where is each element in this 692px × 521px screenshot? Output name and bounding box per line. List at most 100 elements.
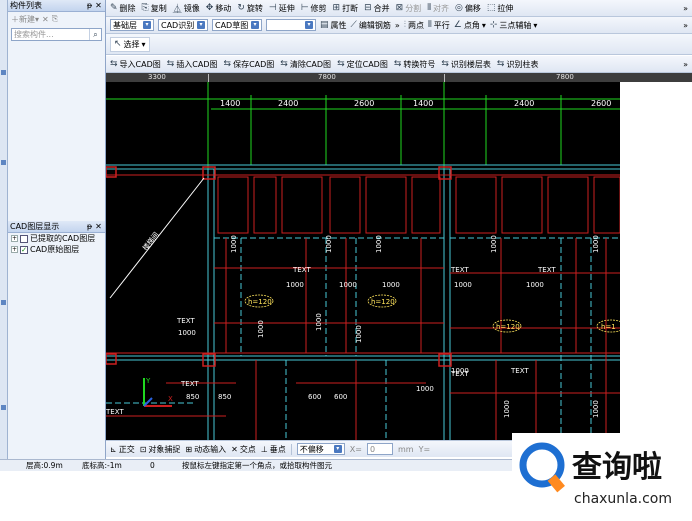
pin-icon[interactable]: ᵽ <box>85 1 94 10</box>
cad-tool-0-icon: ⇆ <box>110 59 118 69</box>
thickness-tag: h=1 <box>601 323 616 331</box>
tool-5-button[interactable]: ⊣ 延伸 <box>269 3 295 14</box>
x-input[interactable]: 0 <box>366 443 393 455</box>
dim-label: 1000 <box>178 329 196 337</box>
cad-recognize-select[interactable]: CAD识别 ▾ <box>158 19 208 31</box>
search-icon[interactable]: ⌕ <box>89 29 101 40</box>
tool-8-button[interactable]: ⊟ 合并 <box>364 3 390 14</box>
edit-rebar-button[interactable]: ⟋ 编辑钢筋 <box>351 20 391 31</box>
watermark-logo: 查询啦 chaxunla.com <box>519 442 672 507</box>
cad-sketch-select[interactable]: CAD草图 ▾ <box>212 19 262 31</box>
base-elevation: 底标高:-1m <box>82 461 122 470</box>
ucs-axis-icon: Y X <box>143 377 173 407</box>
snap-4-button[interactable]: ⊥ 垂点 <box>261 444 286 455</box>
tool-3-icon: ✥ <box>205 3 214 13</box>
snap-0-icon: ⊾ <box>110 444 117 454</box>
new-component-button[interactable]: ＋新建▾ <box>11 14 39 25</box>
more-icon[interactable]: » <box>683 21 692 30</box>
component-list-area[interactable] <box>8 43 105 221</box>
tool-11-button[interactable]: ◎ 偏移 <box>455 3 481 14</box>
cad-tool-4-icon: ⇆ <box>337 59 345 69</box>
dim-label: 1000 <box>257 320 265 338</box>
dock-tab-icon[interactable] <box>1 70 6 75</box>
tool-10-button[interactable]: ⫴ 对齐 <box>427 3 449 14</box>
dock-tab-icon[interactable] <box>1 300 6 305</box>
snap-1-button[interactable]: ⊡ 对象捕捉 <box>140 444 181 455</box>
button-label: 删除 <box>119 3 136 13</box>
dim-label: 2600 <box>591 99 611 108</box>
select-button[interactable]: ↖ 选择 ▾ <box>110 36 150 52</box>
cad-layer-tree: + 已提取的CAD图层 + ✓ CAD原始图层 <box>8 233 105 255</box>
tool-9-button[interactable]: ⊠ 分割 <box>396 3 422 14</box>
button-label: 转换符号 <box>403 59 436 69</box>
parallel-button[interactable]: ⫴ 平行 <box>428 20 450 31</box>
more-icon[interactable]: » <box>683 4 692 13</box>
layer-item-original[interactable]: + ✓ CAD原始图层 <box>8 244 105 255</box>
two-points-button[interactable]: ⫶ 两点 <box>404 20 424 31</box>
cad-tool-4-button[interactable]: ⇆ 定位CAD图 <box>337 59 388 70</box>
dim-label: 1000 <box>375 235 383 253</box>
dock-tab-icon[interactable] <box>1 160 6 165</box>
button-label: 导入CAD图 <box>119 59 161 69</box>
cad-tool-7-button[interactable]: ⇆ 识别柱表 <box>497 59 539 70</box>
dim-label: 1000 <box>315 313 323 331</box>
snap-2-button[interactable]: ⊞ 动态输入 <box>185 444 226 455</box>
three-point-axis-button[interactable]: ⊹ 三点辅轴 ▾ <box>490 20 538 31</box>
drawing-canvas[interactable]: 楼梯间 1400 2400 2600 1400 2400 2600 1000 1… <box>106 73 620 440</box>
attributes-button[interactable]: ▤ 属性 <box>320 20 347 31</box>
snap-3-button[interactable]: ✕ 交点 <box>231 444 256 455</box>
text-tag: TEXT <box>510 367 529 375</box>
edit-toolbar: ✎ 删除 ⎘ 复制 ⏅ 镜像 ✥ 移动 ↻ 旋转 ⊣ 延伸 ⊢ 修剪 ⊞ 打断 ⊟ 合并 ⊠ 分割 ⫴ 对齐 ◎ 偏移 ⬚ 拉伸 … <box>106 0 692 17</box>
component-list-title: 构件列表 <box>10 1 42 10</box>
layer-checkbox-checked[interactable]: ✓ <box>20 245 28 254</box>
offset-select[interactable]: 不偏移 ▾ <box>296 443 345 455</box>
cad-drawing: 楼梯间 1400 2400 2600 1400 2400 2600 1000 1… <box>106 82 620 440</box>
layer-item-extracted[interactable]: + 已提取的CAD图层 <box>8 233 105 244</box>
floor-select[interactable]: 基础层 ▾ <box>110 19 154 31</box>
tool-12-button[interactable]: ⬚ 拉伸 <box>487 3 514 14</box>
axis-y-label: Y <box>145 377 151 385</box>
expand-icon[interactable]: + <box>11 246 18 253</box>
text-tag: TEXT <box>176 317 195 325</box>
point-angle-icon: ∠ <box>453 20 462 30</box>
text-tag: TEXT <box>537 266 556 274</box>
component-search-input[interactable]: 搜索构件... <box>14 29 89 40</box>
copy-icon[interactable]: ⎘ <box>52 14 58 24</box>
cad-tool-6-button[interactable]: ⇆ 识别楼层表 <box>441 59 491 70</box>
layer-checkbox[interactable] <box>20 234 28 243</box>
point-angle-button[interactable]: ∠ 点角 ▾ <box>454 20 486 31</box>
thickness-tag: h=120 <box>496 323 520 331</box>
tool-3-button[interactable]: ✥ 移动 <box>206 3 232 14</box>
expand-icon[interactable]: + <box>11 235 18 242</box>
tool-4-button[interactable]: ↻ 旋转 <box>237 3 263 14</box>
tool-6-button[interactable]: ⊢ 修剪 <box>301 3 327 14</box>
component-search-field[interactable]: 搜索构件... ⌕ <box>11 28 102 41</box>
tool-7-button[interactable]: ⊞ 打断 <box>333 3 359 14</box>
dim-label: 600 <box>308 393 321 401</box>
delete-icon[interactable]: ✕ <box>42 15 49 24</box>
pin-icon[interactable]: ᵽ <box>85 222 94 231</box>
tool-5-icon: ⊣ <box>268 3 277 13</box>
snap-0-button[interactable]: ⊾ 正交 <box>110 444 135 455</box>
more-icon[interactable]: » <box>395 21 400 30</box>
dim-label: 1000 <box>382 281 400 289</box>
cad-tool-1-button[interactable]: ⇆ 插入CAD图 <box>167 59 218 70</box>
cad-layers-title: CAD图层显示 <box>10 222 60 231</box>
cad-tool-2-button[interactable]: ⇆ 保存CAD图 <box>224 59 275 70</box>
cad-tool-3-button[interactable]: ⇆ 清除CAD图 <box>280 59 331 70</box>
dock-tab-icon[interactable] <box>1 405 6 410</box>
button-label: 移动 <box>215 3 232 13</box>
button-label: 修剪 <box>310 3 327 13</box>
tool-2-button[interactable]: ⏅ 镜像 <box>173 2 200 15</box>
close-icon[interactable]: ✕ <box>94 1 103 10</box>
component-select[interactable]: ▾ <box>266 19 316 31</box>
cad-tool-2-icon: ⇆ <box>223 59 232 69</box>
tool-1-button[interactable]: ⎘ 复制 <box>142 3 167 14</box>
cad-tool-0-button[interactable]: ⇆ 导入CAD图 <box>110 59 161 70</box>
more-icon[interactable]: » <box>683 60 692 69</box>
tool-0-button[interactable]: ✎ 删除 <box>110 3 136 14</box>
button-label: 偏移 <box>464 3 481 13</box>
close-icon[interactable]: ✕ <box>94 222 103 231</box>
snap-3-icon: ✕ <box>231 444 238 454</box>
cad-tool-5-button[interactable]: ⇆ 转换符号 <box>394 59 436 70</box>
